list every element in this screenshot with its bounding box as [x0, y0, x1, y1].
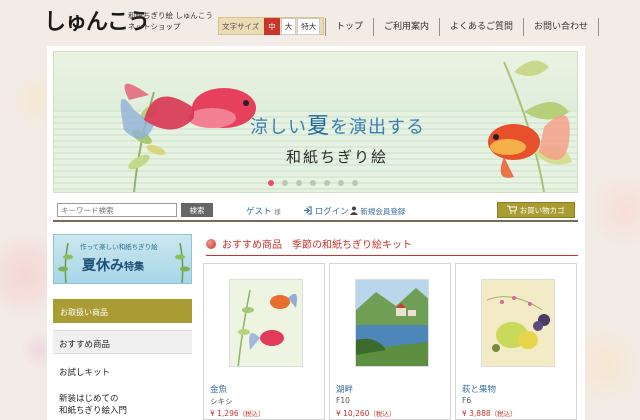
register-link[interactable]: 新規会員登録	[350, 206, 405, 217]
product-size: シキシ	[210, 397, 233, 406]
search-input[interactable]	[57, 203, 177, 217]
search-bar-row: 検索 ゲスト 様 ログイン 新規会員登録 お買い物カゴ	[53, 200, 578, 222]
sidebar-heading: お取扱い商品	[53, 299, 192, 323]
cart-button[interactable]: お買い物カゴ	[497, 202, 575, 218]
product-card[interactable]: 湖畔 F10 ¥ 10,260（税込）	[329, 263, 451, 420]
hero-banner[interactable]: 涼しい夏を演出する 和紙ちぎり絵	[53, 51, 578, 193]
font-size-medium[interactable]: 中	[264, 17, 280, 35]
product-name[interactable]: 金魚	[210, 383, 227, 395]
login-icon	[303, 206, 312, 215]
product-image-hagi-fruit[interactable]	[481, 279, 555, 367]
font-size-switcher: 文字サイズ 中 大 特大	[218, 17, 325, 35]
summer-big-word: 夏休み	[82, 258, 124, 274]
goldfish-right-illustration	[488, 115, 570, 178]
cart-icon	[507, 205, 519, 214]
product-name[interactable]: 萩と果物	[462, 383, 496, 395]
site-tagline: 和紙ちぎり絵 しゅんこう ネットショップ	[128, 10, 213, 32]
main-nav: トップ ご利用案内 よくあるご質問 お問い合わせ	[325, 17, 600, 37]
slider-dot[interactable]	[310, 180, 316, 186]
lakeside-artwork	[356, 280, 428, 366]
product-size: F6	[462, 396, 472, 405]
guest-suffix: 様	[274, 208, 281, 216]
sidebar-item-intro-2[interactable]: 和紙ちぎり絵入門	[53, 404, 192, 416]
recommended-title: おすすめ商品 季節の和紙ちぎり絵キット	[206, 236, 578, 256]
product-tax: （税込）	[369, 410, 396, 418]
slider-dot[interactable]	[352, 180, 358, 186]
product-image-lakeside[interactable]	[355, 279, 429, 367]
goldfish-artwork	[237, 289, 297, 366]
product-name[interactable]: 湖畔	[336, 383, 353, 395]
nav-contact[interactable]: お問い合わせ	[523, 18, 600, 36]
banner-title: 涼しい夏を演出する	[250, 108, 425, 140]
product-tax: （税込）	[490, 410, 517, 418]
plant-icon	[175, 243, 190, 283]
background-flower	[585, 170, 640, 250]
banner-subtitle: 和紙ちぎり絵	[286, 148, 389, 166]
sidebar-item-intro-1[interactable]: 新装はじめての	[53, 392, 192, 404]
product-size: F10	[336, 396, 350, 405]
product-price: ¥ 1,296（税込）	[210, 408, 265, 418]
font-size-label: 文字サイズ	[222, 21, 260, 31]
font-size-extra-large[interactable]: 特大	[297, 17, 321, 35]
banner-title-big: 夏	[307, 114, 331, 139]
product-image-goldfish[interactable]	[229, 279, 303, 367]
tagline-line-2: ネットショップ	[128, 22, 181, 31]
user-icon	[350, 206, 358, 215]
slider-dot[interactable]	[268, 180, 274, 186]
banner-title-part-2: を演出する	[330, 117, 426, 138]
tagline-line-1: 和紙ちぎり絵 しゅんこう	[128, 11, 213, 20]
product-price-value: ¥ 1,296	[210, 409, 239, 418]
nav-guide[interactable]: ご利用案内	[373, 18, 439, 36]
product-price-value: ¥ 3,888	[462, 409, 491, 418]
slider-dot[interactable]	[324, 180, 330, 186]
guest-name: ゲスト	[246, 207, 272, 217]
plant-icon	[58, 243, 73, 283]
sidebar-item-recommended[interactable]: おすすめ商品	[53, 330, 192, 354]
product-card[interactable]: 金魚 シキシ ¥ 1,296（税込）	[203, 263, 325, 420]
goldfish-left-illustration	[120, 83, 256, 139]
product-price: ¥ 3,888（税込）	[462, 408, 517, 418]
product-card[interactable]: 萩と果物 F6 ¥ 3,888（税込）	[455, 263, 577, 420]
slider-dot[interactable]	[296, 180, 302, 186]
slider-dots	[268, 180, 358, 186]
cart-label: お買い物カゴ	[519, 205, 565, 215]
product-price-value: ¥ 10,260	[336, 409, 370, 418]
sidebar-item-trial-kit[interactable]: お試しキット	[53, 366, 192, 378]
login-label: ログイン	[314, 207, 349, 217]
summer-big-text: 夏休み特集	[82, 255, 144, 275]
nav-faq[interactable]: よくあるご質問	[439, 18, 523, 36]
search-button[interactable]: 検索	[181, 203, 213, 217]
hagi-fruit-artwork	[486, 296, 550, 352]
register-label: 新規会員登録	[360, 207, 406, 216]
nav-top[interactable]: トップ	[325, 18, 373, 36]
summer-suffix: 特集	[124, 262, 144, 273]
slider-dot[interactable]	[282, 180, 288, 186]
product-tax: （税込）	[238, 410, 265, 418]
summer-feature-banner[interactable]: 作って楽しい和紙ちぎり絵 夏休み特集	[53, 234, 192, 284]
slider-dot[interactable]	[338, 180, 344, 186]
login-link[interactable]: ログイン	[303, 205, 349, 217]
product-price: ¥ 10,260（税込）	[336, 408, 395, 418]
site-header: しゅんこう 和紙ちぎり絵 しゅんこう ネットショップ 文字サイズ 中 大 特大 …	[0, 0, 640, 44]
guest-label: ゲスト 様	[246, 205, 281, 217]
font-size-large[interactable]: 大	[280, 17, 297, 35]
banner-title-part-1: 涼しい	[250, 117, 307, 138]
summer-small-text: 作って楽しい和紙ちぎり絵	[80, 243, 158, 251]
